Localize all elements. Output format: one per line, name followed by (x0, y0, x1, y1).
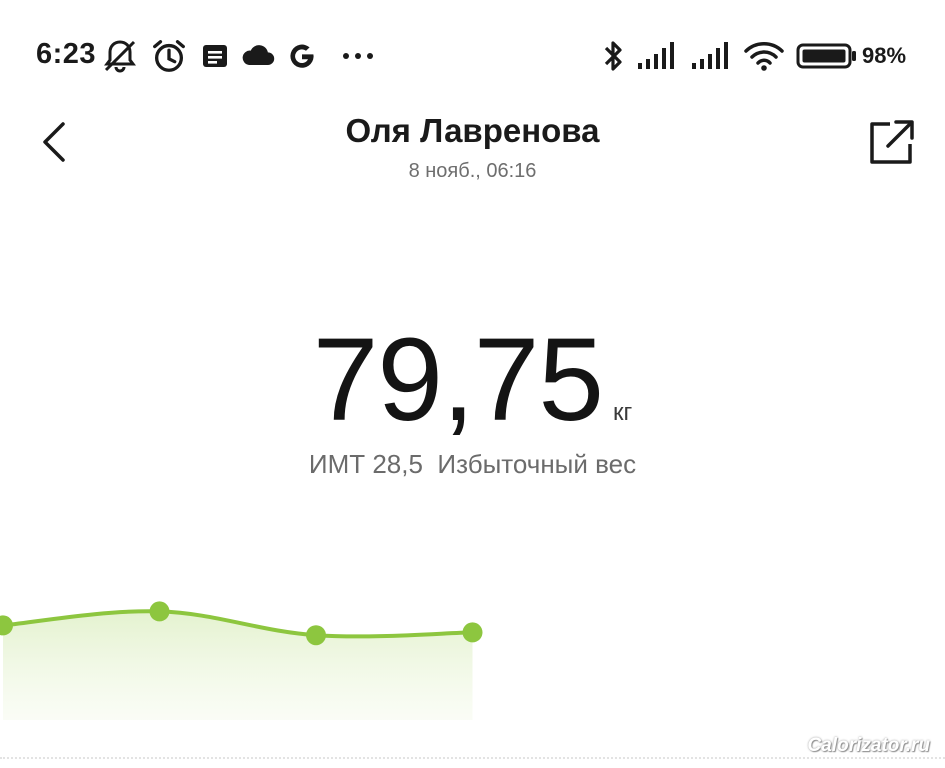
status-time: 6:23 (36, 38, 97, 70)
bmi-status: ИМТ 28,5 Избыточный вес (308, 449, 637, 479)
wifi-icon (744, 42, 784, 71)
chart-area-fill (3, 611, 473, 720)
status-bar: 6:23 98% (0, 0, 945, 110)
share-button[interactable] (862, 112, 922, 172)
chart-baseline (0, 757, 945, 759)
chart-point-3[interactable] (306, 625, 326, 646)
weight-display: 79,75 кг (0, 312, 945, 448)
measurement-date: 8 нояб., 06:16 (408, 160, 537, 182)
message-icon (203, 45, 227, 67)
bell-off-icon (104, 40, 136, 73)
weight-unit: кг (613, 399, 633, 426)
page-title: Оля Лавренова (345, 112, 600, 149)
chart-point-4[interactable] (462, 622, 483, 643)
watermark: Calorizator.ru (807, 735, 930, 756)
weight-trend-chart[interactable] (0, 560, 945, 740)
more-dots-icon (343, 53, 373, 59)
share-external-icon (870, 120, 914, 164)
bluetooth-icon (604, 41, 622, 71)
signal-icon (692, 42, 728, 69)
weight-detail-screen: 6:23 98% Оля Лавренова 8 нояб., 06:16 79… (0, 0, 945, 768)
alarm-clock-icon (153, 40, 185, 72)
battery-percent: 98% (862, 43, 907, 68)
cloud-icon (242, 45, 275, 65)
google-icon (290, 44, 314, 68)
battery-icon (796, 43, 856, 69)
chart-point-2[interactable] (149, 601, 170, 622)
signal-icon (638, 42, 674, 69)
weight-value: 79,75 (312, 314, 604, 446)
